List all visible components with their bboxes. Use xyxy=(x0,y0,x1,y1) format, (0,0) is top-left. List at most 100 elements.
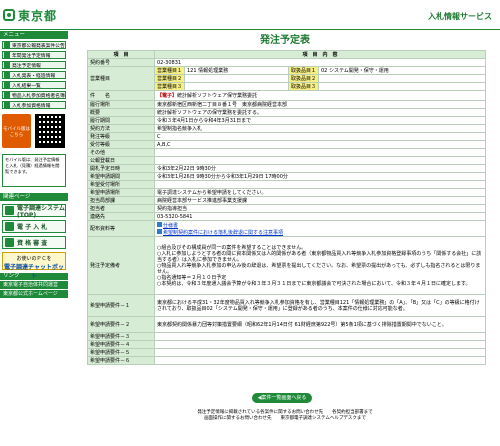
table-row: 担当局部課 病院経営本部サービス推進部事業支援課 xyxy=(87,196,487,205)
sub-label: 営業種目１ xyxy=(154,66,185,75)
row-label: 担当局部課 xyxy=(87,196,155,205)
mobile-version-button[interactable]: モバイル版はこちら xyxy=(2,114,31,148)
dept: 病院経営本部サービス推進部事業支援課 xyxy=(153,196,487,205)
link-tokyo-e-gov[interactable]: 東京電子自治体共同運営 xyxy=(0,281,68,289)
notes: ○組合及びその構成員が同一の案件を希望することはできません。 ○入札に参加しよう… xyxy=(153,236,487,295)
sidebar-link-order-plan[interactable]: 発注予定情報 xyxy=(2,61,66,69)
button-label: 資 格 審 査 xyxy=(17,240,48,247)
table-row: 希望申請要件－１ 東京都における平成31・32年度物品買入れ等競争入札参加資格を… xyxy=(87,294,487,317)
table-row: 配布資料等 仕様書 希望制契約案件における落札後辞退に関する注意事項 xyxy=(87,220,487,237)
sidebar-link-qualification[interactable]: 入札参加資格情報 xyxy=(2,101,66,109)
electronic-tag: 【電子】 xyxy=(157,92,178,99)
sidebar-link-label: 入札参加資格情報 xyxy=(12,103,51,109)
sidebar-link-label: 入札結果一覧 xyxy=(12,83,41,89)
table-row: 公報登載日 xyxy=(87,156,487,165)
logo-text: 東京都 xyxy=(18,8,58,23)
table-row: 希望申請要件－６ xyxy=(87,356,487,365)
table-row: 受付等級 A,B,C xyxy=(87,140,487,149)
order-plan-table: 項 目 項 目 内 容 契約番号 02-30831 営業種目 営業種目１ 121… xyxy=(87,50,487,365)
row-label: 希望申請要件－１ xyxy=(87,294,155,317)
sub-label: 営業種目３ xyxy=(154,82,185,91)
row-label: 配布資料等 xyxy=(87,220,155,237)
table-row: 発注予定備考 ○組合及びその構成員が同一の案件を希望することはできません。 ○入… xyxy=(87,236,487,295)
arrow-icon xyxy=(4,62,10,68)
qualification-review-button[interactable]: 資 格 審 査 xyxy=(2,236,66,249)
business-type-1: 121 情報処理業務 xyxy=(184,66,289,75)
contact: 03-5320-5841 xyxy=(153,212,487,221)
requirement-3 xyxy=(153,332,487,341)
sub-label: 取扱品目３ xyxy=(288,82,319,91)
sidebar-link-label: 発注予定情報 xyxy=(12,63,41,69)
table-row: 連絡先 03-5320-5841 xyxy=(87,212,487,221)
tokyo-emblem-icon xyxy=(3,9,15,21)
row-label: 希望申請要件－３ xyxy=(87,332,155,341)
table-row: 希望申請要件－５ xyxy=(87,348,487,357)
table-row: 希望申請要件－４ xyxy=(87,340,487,349)
e-bidding-button[interactable]: 電 子 入 札 xyxy=(2,220,66,233)
document-icon xyxy=(5,238,14,247)
row-label: 開札予定日時 xyxy=(87,164,155,173)
mobile-note: モバイル版は、発注予定情報と入札（見積）経過情報を閲覧できます。 xyxy=(2,154,66,187)
sidebar-link-bid-results[interactable]: 入札結果一覧 xyxy=(2,81,66,89)
row-label: 希望申請期間 xyxy=(87,172,155,181)
row-label: 概要 xyxy=(87,108,155,117)
row-label: 公報登載日 xyxy=(87,156,155,165)
sidebar-link-gazette[interactable]: 東京都公報発表案件公告 xyxy=(2,41,66,49)
apply-method: 電子調達システムから希望申請をしてください。 xyxy=(153,188,487,197)
arrow-icon xyxy=(4,52,10,58)
sidebar-link-annual-plan[interactable]: 年間発注予定情報 xyxy=(2,51,66,59)
sidebar-menu-heading: メニュー xyxy=(0,31,68,39)
header-divider xyxy=(0,29,500,30)
subject-cell: 【電子】統計解析ソフトウェア保守業務委託 xyxy=(153,90,487,101)
requirement-2: 東京都契約関係暴力団等対策措置要綱（昭和62年1月14日付 61財経庶第922号… xyxy=(153,316,487,333)
gavel-icon xyxy=(5,222,14,231)
sub-label: 取扱品目１ xyxy=(288,66,319,75)
apply-period: 令和3年1月26日 9時30分から令和3年1月29日 17時00分 xyxy=(153,172,487,181)
e-procurement-top-button[interactable]: 電子調達システム(TOP) xyxy=(2,204,66,219)
chatbot-button[interactable]: お使いのＰＣを 電子調達チャットボット xyxy=(2,252,66,280)
row-label: 希望申請場所 xyxy=(87,188,155,197)
page-header: 東京都 入札情報サービス xyxy=(0,0,500,30)
location: 東京都新宿区西新宿二丁目８番１号 東京都病院経営本部 xyxy=(153,100,487,109)
row-label: 履行期間 xyxy=(87,116,155,125)
row-label: 契約番号 xyxy=(87,58,155,67)
file-icon xyxy=(157,228,162,234)
qr-code-icon xyxy=(35,114,65,148)
person: 契約指導担当 xyxy=(153,204,487,213)
business-type-2 xyxy=(184,74,289,83)
overview: 統計解析ソフトウェアの保守業務を委託する。 xyxy=(153,108,487,117)
link-tokyo-official[interactable]: 東京都公式ホームページ xyxy=(0,290,68,298)
arrow-icon xyxy=(4,42,10,48)
table-row: 希望受付場所 xyxy=(87,180,487,189)
sidebar: メニュー 東京都公報発表案件公告 年間発注予定情報 発注予定情報 入札発表・経過… xyxy=(0,31,68,446)
other xyxy=(153,148,487,157)
sidebar-related-heading: 関連ページ xyxy=(0,193,68,201)
attachment-link[interactable]: 仕様書 xyxy=(157,221,483,229)
page-title: 発注予定表 xyxy=(260,35,310,46)
apply-place xyxy=(153,180,487,189)
sub-label: 取扱品目２ xyxy=(288,74,319,83)
table-row: 履行期間 令和３年4月1日から令和4年3月31日まで xyxy=(87,116,487,125)
computer-icon xyxy=(5,206,14,215)
handled-item-2 xyxy=(317,74,487,83)
attachment-2-link[interactable]: 希望制契約案件における落札後辞退に関する注意事項 xyxy=(163,230,283,236)
table-row: 希望申請要件－３ xyxy=(87,332,487,341)
sidebar-link-qualified-list[interactable]: 物品入札参加資格者名簿 xyxy=(2,91,66,99)
arrow-icon xyxy=(4,82,10,88)
row-label: 契約方法 xyxy=(87,124,155,133)
row-label: 受付等級 xyxy=(87,140,155,149)
table-row: 発注等級 C xyxy=(87,132,487,141)
row-label: その他 xyxy=(87,148,155,157)
attachment-1-link[interactable]: 仕様書 xyxy=(163,223,178,229)
sidebar-link-bid-progress[interactable]: 入札発表・経過情報 xyxy=(2,71,66,79)
back-to-list-button[interactable]: ◀案件一覧画面へ戻る xyxy=(252,393,312,403)
arrow-icon xyxy=(4,92,10,98)
attachment-link[interactable]: 希望制契約案件における落札後辞退に関する注意事項 xyxy=(157,228,483,236)
table-row: 担当者 契約指導担当 xyxy=(87,204,487,213)
row-label: 履行場所 xyxy=(87,100,155,109)
table-row: 希望申請場所 電子調達システムから希望申請をしてください。 xyxy=(87,188,487,197)
table-row: 履行場所 東京都新宿区西新宿二丁目８番１号 東京都病院経営本部 xyxy=(87,100,487,109)
table-row: 希望申請期間 令和3年1月26日 9時30分から令和3年1月29日 17時00分 xyxy=(87,172,487,181)
tokyo-logo[interactable]: 東京都 xyxy=(3,7,57,23)
handled-item-1: 02 システム開発・保守・運用 xyxy=(317,66,487,75)
